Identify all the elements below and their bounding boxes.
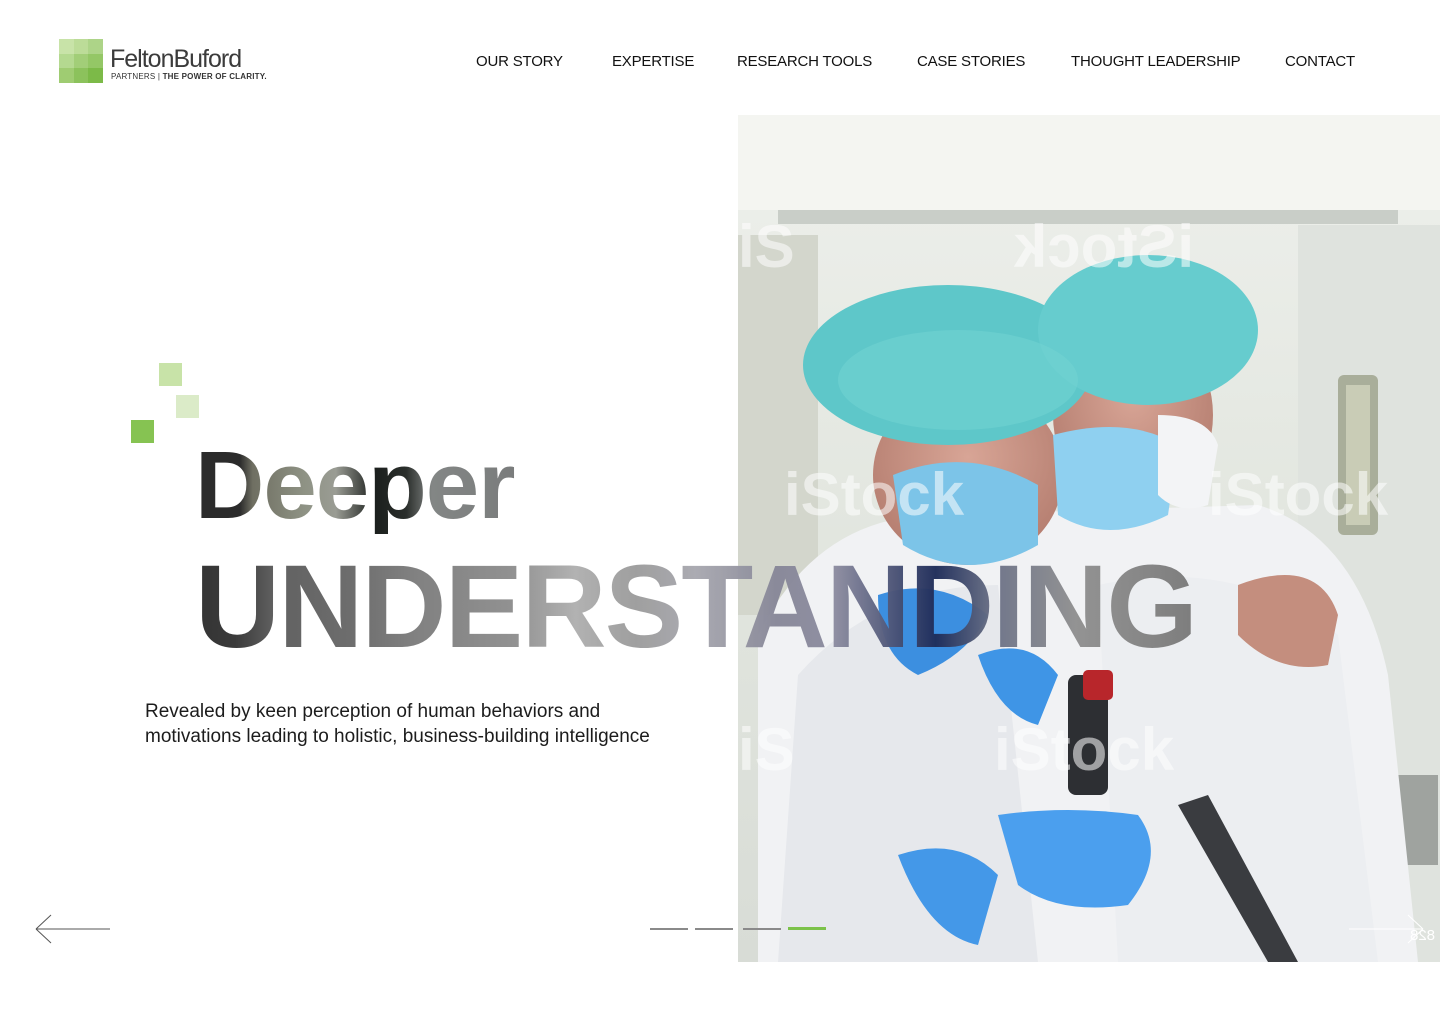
watermark-logo: iStock (1013, 213, 1194, 280)
brand-tagline-partners: PARTNERS (111, 72, 156, 81)
svg-text:iStock: iStock (1208, 461, 1389, 528)
hero-subtitle-line2: motivations leading to holistic, busines… (145, 726, 650, 747)
nav-our-story[interactable]: OUR STORY (476, 52, 563, 72)
nav-research-tools[interactable]: RESEARCH TOOLS (737, 52, 872, 72)
slider-dot-2[interactable] (695, 928, 733, 930)
hero-subtitle: Revealed by keen perception of human beh… (145, 699, 725, 749)
svg-text:iS: iS (738, 213, 795, 280)
slider-dot-4[interactable] (788, 927, 826, 930)
slider-dot-3[interactable] (743, 928, 781, 930)
brand-tagline-slogan: THE POWER OF CLARITY. (162, 72, 267, 81)
deco-square-top (159, 363, 182, 386)
nav-thought-leadership[interactable]: THOUGHT LEADERSHIP (1071, 52, 1241, 72)
hero-image: iStock iStock iStock iStock iS iS (738, 115, 1440, 962)
svg-text:iStock: iStock (784, 461, 965, 528)
hero-headline-line1: Deeper (195, 432, 515, 539)
main-nav: OUR STORY EXPERTISE RESEARCH TOOLS CASE … (0, 52, 1440, 72)
nav-expertise[interactable]: EXPERTISE (612, 52, 694, 72)
arrow-left-icon (35, 914, 110, 944)
slider-prev-button[interactable] (35, 913, 111, 945)
brand-tagline-separator: | (157, 72, 161, 81)
nav-case-stories[interactable]: CASE STORIES (917, 52, 1025, 72)
page: FeltonBuford PARTNERS | THE POWER OF CLA… (0, 0, 1440, 1010)
deco-square-bottom (131, 420, 154, 443)
hero-headline-line2: UNDERSTANDING (195, 541, 1198, 673)
brand-tagline: PARTNERS | THE POWER OF CLARITY. (111, 73, 267, 81)
deco-square-middle (176, 395, 199, 418)
svg-text:iStock: iStock (994, 716, 1175, 783)
hero-subtitle-line1: Revealed by keen perception of human beh… (145, 701, 601, 722)
svg-text:iS: iS (738, 716, 795, 783)
slide-counter: 828 (1410, 927, 1436, 944)
nav-contact[interactable]: CONTACT (1285, 52, 1355, 72)
slider-pagination (650, 927, 830, 933)
slider-dot-1[interactable] (650, 928, 688, 930)
